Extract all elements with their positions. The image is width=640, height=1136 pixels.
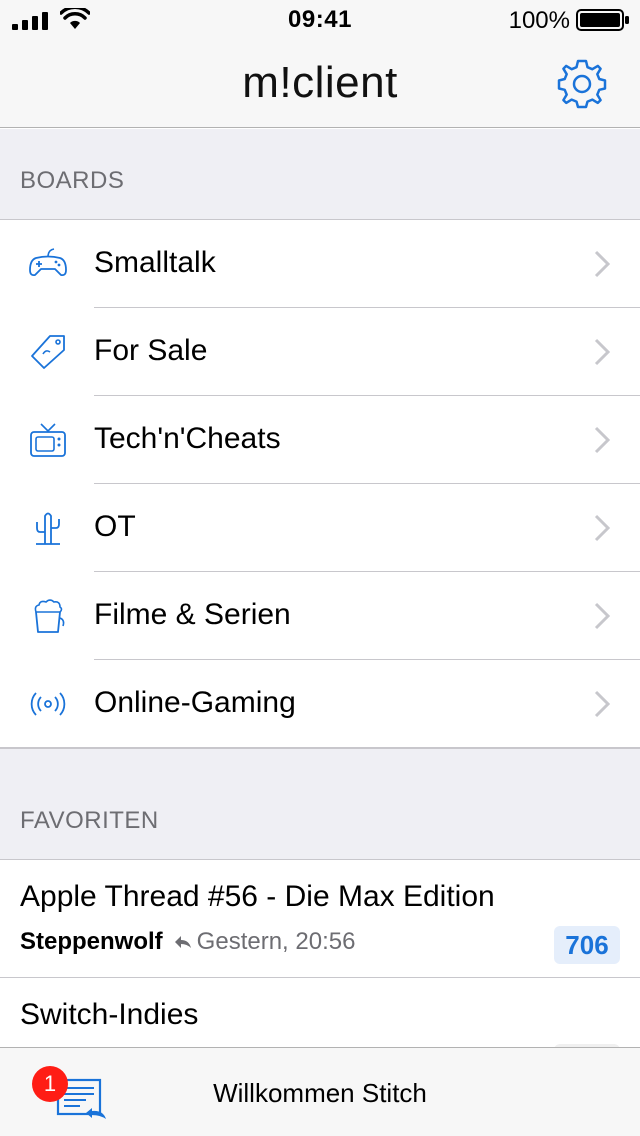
battery-icon — [576, 9, 629, 31]
board-row-filme-serien[interactable]: Filme & Serien — [0, 572, 640, 660]
favorites-header-label: FAVORITEN — [20, 807, 159, 834]
app-title: m!client — [242, 58, 398, 107]
board-label: Online-Gaming — [94, 686, 296, 719]
navigation-bar: m!client — [0, 40, 640, 128]
bottom-toolbar: 1 Willkommen Stitch — [0, 1047, 640, 1136]
board-label: Filme & Serien — [94, 598, 291, 631]
battery-percentage: 100% — [508, 7, 570, 34]
thread-title: Switch-Indies — [20, 998, 199, 1031]
status-bar: 09:41 100% — [0, 0, 640, 40]
chevron-right-icon — [594, 514, 610, 542]
board-row-for-sale[interactable]: For Sale — [0, 308, 640, 396]
chevron-right-icon — [594, 338, 610, 366]
favorite-thread-row[interactable]: Apple Thread #56 - Die Max Edition Stepp… — [0, 860, 640, 978]
board-label: Smalltalk — [94, 246, 216, 279]
reply-arrow-icon — [174, 936, 191, 948]
price-tag-icon — [31, 335, 65, 369]
thread-author: Steppenwolf — [20, 928, 163, 955]
board-row-tech-n-cheats[interactable]: Tech'n'Cheats — [0, 396, 640, 484]
thread-meta: Steppenwolf Gestern, 20:56 — [20, 928, 355, 956]
board-row-smalltalk[interactable]: Smalltalk — [0, 220, 640, 308]
chevron-right-icon — [594, 426, 610, 454]
board-label: Tech'n'Cheats — [94, 422, 281, 455]
welcome-text: Willkommen Stitch — [213, 1078, 427, 1108]
boards-list: Smalltalk For Sale Tech'n'Cheats OT Film… — [0, 220, 640, 748]
boards-section-header: BOARDS — [0, 129, 640, 220]
chevron-right-icon — [594, 602, 610, 630]
cactus-icon — [36, 512, 60, 545]
chevron-right-icon — [594, 250, 610, 278]
favorites-list: Apple Thread #56 - Die Max Edition Stepp… — [0, 860, 640, 1047]
gear-icon[interactable] — [556, 58, 608, 110]
favorite-thread-row[interactable]: Switch-Indies — [0, 978, 640, 1047]
popcorn-icon — [34, 599, 65, 633]
broadcast-icon — [30, 692, 66, 716]
chevron-right-icon — [594, 690, 610, 718]
gamepad-icon — [29, 248, 67, 277]
thread-title: Apple Thread #56 - Die Max Edition — [20, 880, 495, 913]
favorites-section-header: FAVORITEN — [0, 748, 640, 860]
boards-header-label: BOARDS — [20, 167, 125, 194]
board-label: For Sale — [94, 334, 208, 367]
board-list-scroll[interactable]: BOARDS Smalltalk For Sale Tech'n'Cheats … — [0, 129, 640, 1047]
board-label: OT — [94, 510, 136, 543]
unread-count-badge: 706 — [554, 926, 620, 964]
board-row-ot[interactable]: OT — [0, 484, 640, 572]
thread-last-post-time: Gestern, 20:56 — [196, 928, 356, 955]
board-row-online-gaming[interactable]: Online-Gaming — [0, 660, 640, 748]
tv-icon — [30, 423, 66, 457]
